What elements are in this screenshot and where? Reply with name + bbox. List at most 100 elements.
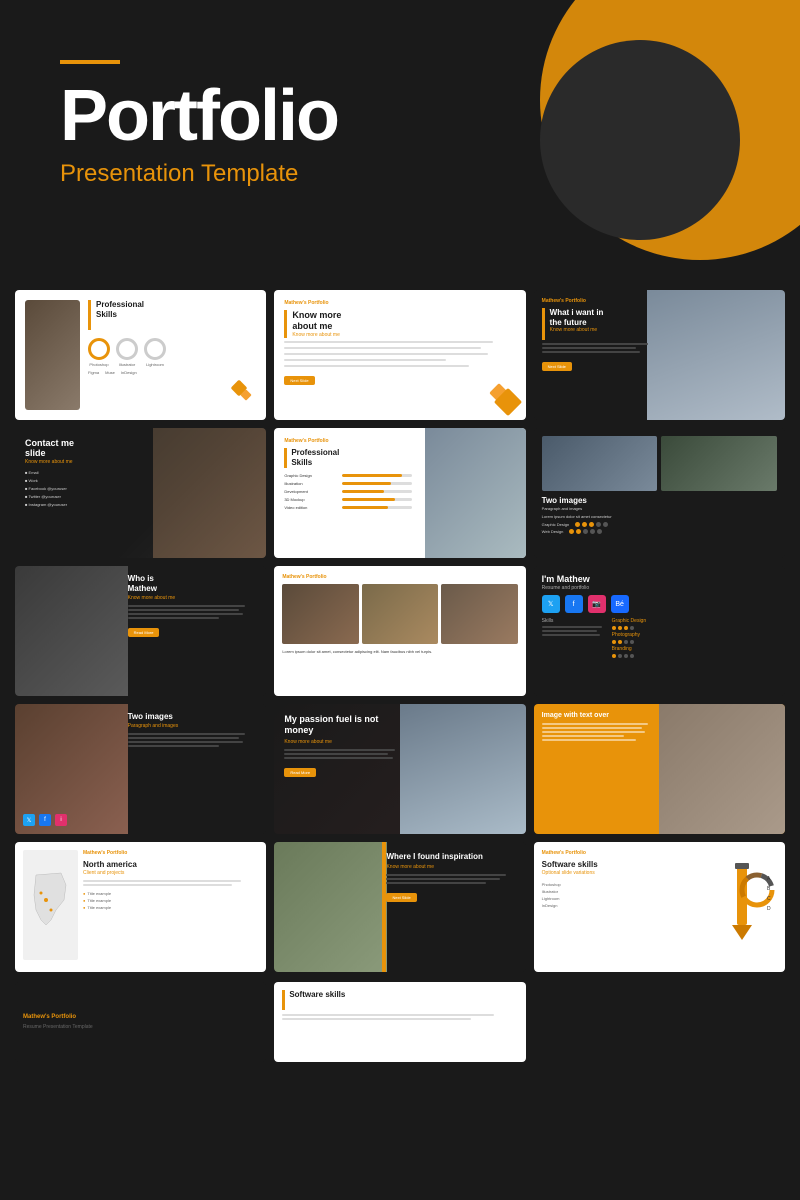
slide-future[interactable]: Mathew's Portfolio What i want inthe fut… xyxy=(534,290,785,420)
slide-im-mathew[interactable]: I'm Mathew Resume and portfolio 𝕏 f 📷 Bé… xyxy=(534,566,785,696)
slide-title: I'm Mathew xyxy=(542,574,777,584)
accent-bar xyxy=(88,300,91,330)
text-line xyxy=(386,882,486,884)
skill-illustration: Illustration xyxy=(284,481,412,486)
image-box-2 xyxy=(661,436,777,491)
text-line xyxy=(83,880,241,882)
text-line xyxy=(542,727,642,729)
dot xyxy=(630,640,634,644)
read-more-button[interactable]: Read More xyxy=(284,768,316,777)
instagram-icon[interactable]: i xyxy=(55,814,67,826)
dots xyxy=(612,654,646,658)
slide-three-images[interactable]: Mathew's Portfolio Lorem ipsum dolor sit… xyxy=(274,566,525,696)
circle-ring xyxy=(116,338,138,360)
slide-passion[interactable]: My passion fuel is not money Know more a… xyxy=(274,704,525,834)
skill-indesign: InDesign xyxy=(542,903,697,908)
slide-title: Two images xyxy=(542,496,777,505)
slide-two-images-2[interactable]: Two images Paragraph and images 𝕏 f i xyxy=(15,704,266,834)
twitter-icon[interactable]: 𝕏 xyxy=(542,595,560,613)
dot xyxy=(624,640,628,644)
slide-know-more[interactable]: Mathew's Portfolio Know moreabout me Kno… xyxy=(274,290,525,420)
slide-subtitle: Know more about me xyxy=(550,327,604,333)
accent-divider xyxy=(382,842,386,972)
text-line xyxy=(542,626,602,628)
social-icons: 𝕏 f 📷 Bé xyxy=(542,595,777,613)
header-subtitle: Presentation Template xyxy=(60,160,338,188)
tool-label: Muse xyxy=(105,370,115,375)
skill-name: Lightroom xyxy=(542,896,560,901)
slide-software-skills[interactable]: Mathew's Portfolio Software skills Optio… xyxy=(534,842,785,972)
text-line xyxy=(542,351,641,353)
dot xyxy=(624,654,628,658)
skill-label: Video edition xyxy=(284,505,339,510)
slide-logo: Mathew's Portfolio xyxy=(284,438,412,444)
next-slide-button[interactable]: Next Slide xyxy=(284,376,314,385)
slide-subtitle: Know more about me xyxy=(128,595,259,601)
slides-bottom-row: Mathew's Portfolio Resume Presentation T… xyxy=(0,982,800,1072)
read-more-button[interactable]: Read More xyxy=(128,628,160,637)
skill-track xyxy=(342,482,412,485)
text-line xyxy=(542,343,648,345)
slide-bottom-logo[interactable]: Mathew's Portfolio Resume Presentation T… xyxy=(15,982,266,1062)
slide-title: ProfessionalSkills xyxy=(96,300,144,319)
slide-where-found[interactable]: Where I found inspiration Know more abou… xyxy=(274,842,525,972)
image-box-3 xyxy=(441,584,517,644)
slide-title: Where I found inspiration xyxy=(386,852,519,862)
slide-contact[interactable]: Contact meslide Know more about me ■ Ema… xyxy=(15,428,266,558)
slide-subtitle: Resume and portfolio xyxy=(542,585,777,591)
behance-icon[interactable]: Bé xyxy=(611,595,629,613)
dot xyxy=(582,522,587,527)
slide-content: Two images Paragraph and images xyxy=(128,712,259,749)
facebook-icon[interactable]: f xyxy=(39,814,51,826)
dot xyxy=(630,654,634,658)
slide-content: Where I found inspiration Know more abou… xyxy=(386,852,519,904)
slide-who-is[interactable]: Who isMathew Know more about me Read Mor… xyxy=(15,566,266,696)
contact-instagram: ■ Instagram @youruser xyxy=(25,502,256,507)
skill-fill xyxy=(342,490,384,493)
next-slide-button[interactable]: Next Slide xyxy=(542,362,572,371)
text-line xyxy=(284,347,481,349)
text-line xyxy=(128,605,246,607)
text-line xyxy=(128,609,239,611)
orange-decoration xyxy=(228,377,258,412)
dot xyxy=(576,529,581,534)
slide-subtitle: Optional slide variations xyxy=(542,870,697,876)
text-line xyxy=(128,737,239,739)
slide-title: Image with text over xyxy=(542,712,660,720)
text-line xyxy=(284,753,388,755)
slide-professional-skills[interactable]: ProfessionalSkills Photoshop Illustrator… xyxy=(15,290,266,420)
text-content xyxy=(542,343,777,353)
slide-software-skills-2[interactable]: Software skills xyxy=(274,982,525,1062)
instagram-icon[interactable]: 📷 xyxy=(588,595,606,613)
image-box-2 xyxy=(362,584,438,644)
slide-content: Contact meslide Know more about me ■ Ema… xyxy=(25,438,256,507)
slide-content-block: Know moreabout me Know more about me xyxy=(292,310,341,338)
circle-ring xyxy=(144,338,166,360)
slide-subtitle: Know more about me xyxy=(292,332,341,338)
slide-logo: Mathew's Portfolio xyxy=(284,300,515,306)
header-accent-line xyxy=(60,60,120,64)
text-line xyxy=(128,733,246,735)
text-content: Lorem ipsum dolor sit amet, consectetur … xyxy=(282,649,517,654)
slide-two-images[interactable]: Two images Paragraph and images Lorem ip… xyxy=(534,428,785,558)
next-slide-button[interactable]: Next Slide xyxy=(386,893,416,902)
text-line xyxy=(542,634,600,636)
slide-title: My passion fuel is not money xyxy=(284,714,400,736)
text-line xyxy=(542,630,597,632)
slide-north-america[interactable]: Mathew's Portfolio North america Client … xyxy=(15,842,266,972)
skill-video: Video edition xyxy=(284,505,412,510)
slide-professional-skills-2[interactable]: Mathew's Portfolio ProfessionalSkills Gr… xyxy=(274,428,525,558)
circle-label: Photoshop xyxy=(89,362,108,367)
slide-content: Mathew's Portfolio Software skills Optio… xyxy=(542,850,702,964)
slide-logo: Mathew's Portfolio xyxy=(83,850,258,856)
skill-lightroom: Lightroom xyxy=(542,896,697,901)
slide-title: Software skills xyxy=(289,990,345,1000)
slide-placeholder xyxy=(534,982,785,1062)
facebook-icon[interactable]: f xyxy=(565,595,583,613)
twitter-icon[interactable]: 𝕏 xyxy=(23,814,35,826)
slide-image-text[interactable]: Image with text over xyxy=(534,704,785,834)
dot xyxy=(583,529,588,534)
text-line xyxy=(284,353,488,355)
dot xyxy=(630,626,634,630)
dot xyxy=(618,640,622,644)
